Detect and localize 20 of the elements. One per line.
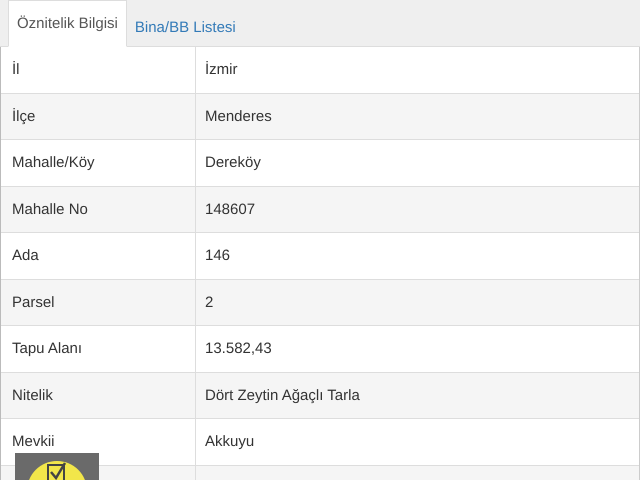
- attribute-label: Mevkii: [12, 433, 55, 450]
- attribute-label: İl: [12, 61, 20, 78]
- attribute-value: Menderes: [205, 108, 272, 125]
- attribute-value: İzmir: [205, 61, 238, 78]
- attribute-label: İlçe: [12, 108, 36, 125]
- attribute-value: 148607: [205, 200, 256, 218]
- attribute-value: 2: [205, 294, 214, 311]
- attribute-label: Parsel: [12, 294, 55, 311]
- attribute-label: Mahalle/Köy: [12, 154, 95, 172]
- tab[interactable]: Bina/BB Listesi: [126, 7, 244, 47]
- attribute-value: Dereköy: [205, 154, 261, 172]
- attribute-label: Mahalle No: [12, 200, 88, 218]
- attribute-value: Dört Zeytin Ağaçlı Tarla: [205, 386, 360, 404]
- attribute-label: Tapu Alanı: [12, 340, 82, 358]
- attribute-label: Nitelik: [12, 386, 53, 404]
- attribute-value: 146: [205, 247, 230, 264]
- attribute-value: Akkuyu: [205, 433, 254, 450]
- attribute-value: 13.582,43: [205, 340, 272, 358]
- attribute-label: Ada: [12, 247, 39, 264]
- tab[interactable]: Öznitelik Bilgisi: [8, 0, 127, 47]
